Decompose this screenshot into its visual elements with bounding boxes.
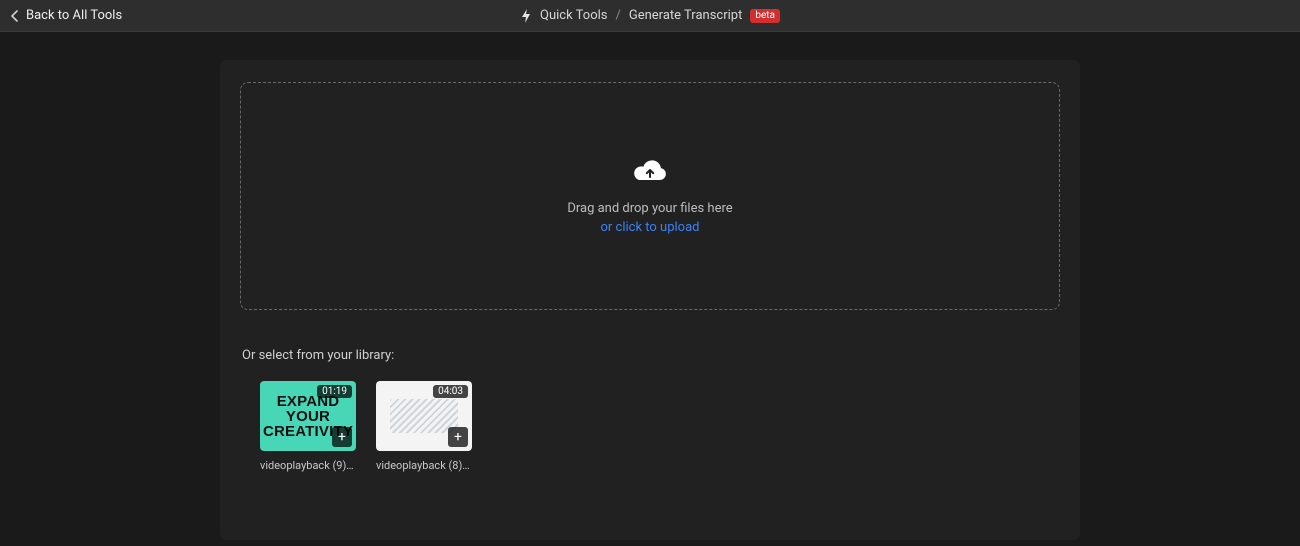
- duration-badge: 01:19: [317, 385, 352, 398]
- library-item-name: videoplayback (9)....: [260, 459, 356, 472]
- breadcrumb: Quick Tools / Generate Transcript beta: [520, 8, 780, 23]
- plus-icon: +: [338, 430, 346, 444]
- add-item-button[interactable]: +: [332, 427, 352, 447]
- add-item-button[interactable]: +: [448, 427, 468, 447]
- upload-dropzone[interactable]: Drag and drop your files here or click t…: [240, 82, 1060, 310]
- breadcrumb-root[interactable]: Quick Tools: [540, 8, 607, 23]
- breadcrumb-separator: /: [615, 8, 620, 23]
- upload-instruction: Drag and drop your files here: [567, 201, 732, 216]
- topbar: Back to All Tools Quick Tools / Generate…: [0, 0, 1300, 32]
- library-item: 04:03 + videoplayback (8)....: [376, 381, 472, 472]
- library-thumbnail[interactable]: 04:03 +: [376, 381, 472, 451]
- chevron-left-icon: [10, 10, 20, 22]
- upload-click-link[interactable]: or click to upload: [601, 220, 700, 235]
- cloud-upload-icon: [631, 157, 669, 185]
- library-thumbnail[interactable]: EXPAND YOUR CREATIVITY 01:19 +: [260, 381, 356, 451]
- plus-icon: +: [454, 430, 462, 444]
- library-row: EXPAND YOUR CREATIVITY 01:19 + videoplay…: [260, 381, 1060, 472]
- back-to-all-tools-button[interactable]: Back to All Tools: [0, 8, 122, 23]
- duration-badge: 04:03: [433, 385, 468, 398]
- library-item-name: videoplayback (8)....: [376, 459, 472, 472]
- library-item: EXPAND YOUR CREATIVITY 01:19 + videoplay…: [260, 381, 356, 472]
- main-panel: Drag and drop your files here or click t…: [220, 60, 1080, 540]
- bolt-icon: [520, 9, 532, 23]
- back-label: Back to All Tools: [26, 8, 122, 23]
- beta-badge: beta: [750, 9, 780, 23]
- breadcrumb-current[interactable]: Generate Transcript: [629, 8, 742, 23]
- library-heading: Or select from your library:: [242, 348, 1060, 363]
